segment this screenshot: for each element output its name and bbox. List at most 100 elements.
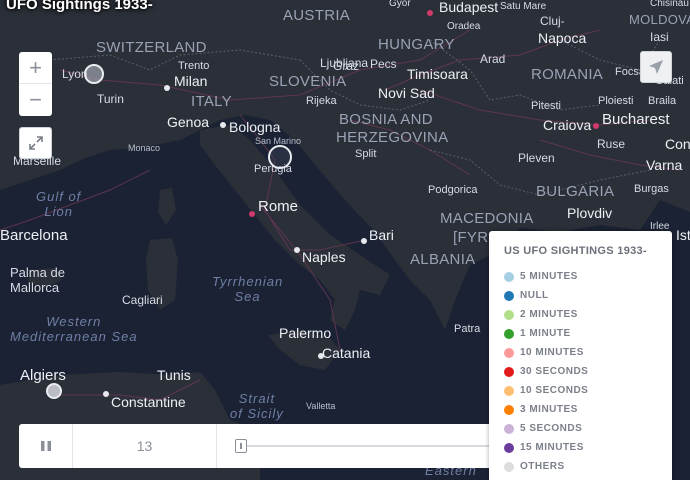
country-label: MACEDONIA	[440, 210, 534, 227]
timeline-track	[235, 445, 509, 447]
legend-swatch	[504, 385, 514, 396]
country-label: SLOVENIA	[269, 73, 347, 90]
sea-label-line: Mediterranean Sea	[10, 328, 138, 344]
legend-item: 15 MINUTES	[504, 438, 672, 457]
city-label: Bari	[369, 227, 394, 243]
city-label: Turin	[97, 92, 124, 106]
legend-label: 5 MINUTES	[520, 271, 578, 282]
legend-label: NULL	[520, 290, 549, 301]
sea-label-line: Western	[46, 314, 102, 329]
legend-swatch	[504, 404, 514, 415]
city-label: Chisinau	[650, 0, 689, 9]
country-label: HUNGARY	[378, 36, 455, 53]
city-dot	[361, 238, 367, 244]
legend-label: 5 SECONDS	[520, 423, 583, 434]
city-label: Genoa	[167, 114, 210, 130]
country-label: [FYR	[453, 229, 489, 246]
map-title: UFO Sightings 1933-	[6, 0, 153, 13]
city-dot	[294, 247, 300, 253]
city-label: Tunis	[157, 367, 191, 383]
country-label: BULGARIA	[536, 183, 615, 200]
city-label: Trento	[178, 60, 210, 72]
city-label: Ploiesti	[598, 95, 634, 107]
fullscreen-icon	[28, 136, 43, 150]
city-label: Iasi	[650, 30, 669, 44]
legend-label: OTHERS	[520, 461, 565, 472]
legend-swatch	[504, 309, 514, 320]
city-label: Arad	[480, 52, 506, 66]
sea-label: Western Mediterranean Sea	[10, 314, 138, 345]
fullscreen-button[interactable]	[19, 127, 52, 159]
country-label: HERZEGOVINA	[336, 129, 449, 146]
city-label: Constantine	[111, 394, 186, 410]
legend-item: OTHERS	[504, 457, 672, 476]
country-label: BOSNIA AND	[339, 111, 433, 128]
legend-swatch	[504, 366, 514, 377]
legend-label: 1 MINUTE	[520, 328, 571, 339]
timeline-slider[interactable]	[217, 424, 509, 468]
legend: US UFO SIGHTINGS 1933- 5 MINUTES NULL 2 MI…	[489, 231, 672, 480]
legend-swatch	[504, 328, 514, 339]
city-dot	[103, 391, 109, 397]
city-label: Istanbu	[676, 227, 690, 243]
city-dot	[220, 122, 226, 128]
city-label: Con	[665, 136, 690, 152]
sea-label: Gulf of Lion	[36, 189, 81, 220]
sighting-marker[interactable]	[46, 383, 62, 399]
city-label: Palma de	[10, 265, 65, 280]
navigation-arrow-icon	[649, 60, 663, 74]
pause-button[interactable]	[19, 424, 73, 468]
city-label: Podgorica	[428, 184, 478, 196]
city-label: Pleven	[518, 151, 555, 165]
sighting-marker[interactable]	[268, 145, 292, 169]
city-label: Rome	[258, 198, 299, 215]
city-label: Timisoara	[407, 66, 468, 82]
legend-label: 2 MINUTES	[520, 309, 578, 320]
city-label: Valletta	[306, 401, 336, 411]
country-label: AUSTRIA	[283, 7, 351, 24]
legend-item: 3 MINUTES	[504, 400, 672, 419]
legend-swatch	[504, 290, 514, 301]
city-label: Braila	[648, 95, 677, 107]
city-label: Pecs	[370, 57, 397, 71]
city-label: Rijeka	[306, 95, 337, 107]
legend-item: 10 MINUTES	[504, 343, 672, 362]
city-label: Novi Sad	[378, 85, 435, 101]
locate-button[interactable]	[640, 51, 672, 83]
city-label: Naples	[302, 249, 346, 265]
city-label: Budapest	[439, 0, 499, 15]
city-label: Ljubljana	[320, 56, 369, 70]
legend-label: 3 MINUTES	[520, 404, 578, 415]
city-label: Ruse	[597, 137, 626, 151]
city-dot	[593, 123, 599, 129]
legend-label: 10 MINUTES	[520, 347, 584, 358]
city-label: Napoca	[538, 30, 587, 46]
city-label: Pitesti	[531, 100, 561, 112]
city-label: Plovdiv	[567, 205, 613, 221]
city-label: Mallorca	[10, 280, 60, 295]
legend-item: NULL	[504, 286, 672, 305]
city-dot	[318, 353, 324, 359]
legend-item: 2 MINUTES	[504, 305, 672, 324]
country-label: ROMANIA	[531, 66, 604, 83]
timeline-handle[interactable]	[235, 439, 247, 453]
zoom-in-button[interactable]: +	[19, 52, 52, 84]
legend-label: 10 SECONDS	[520, 385, 589, 396]
sea-label: Tyrrhenian Sea	[212, 274, 283, 305]
city-label: Barcelona	[0, 227, 68, 244]
sea-label: Strait of Sicily	[230, 391, 284, 422]
city-label: Cagliari	[122, 293, 163, 307]
city-dot	[427, 10, 433, 16]
city-label: Burgas	[634, 183, 669, 195]
sea-label-line: Lion	[44, 203, 73, 219]
sighting-marker[interactable]	[84, 64, 104, 84]
city-label: Patra	[454, 323, 481, 335]
legend-label: 30 SECONDS	[520, 366, 589, 377]
city-label: Satu Mare	[500, 1, 547, 12]
city-label: Oradea	[447, 21, 481, 32]
city-label: Catania	[322, 345, 371, 361]
sea-label-line: of Sicily	[230, 405, 284, 421]
city-label: Gyor	[389, 0, 411, 9]
zoom-out-button[interactable]: −	[19, 84, 52, 116]
timeline-control: 13	[19, 424, 509, 468]
